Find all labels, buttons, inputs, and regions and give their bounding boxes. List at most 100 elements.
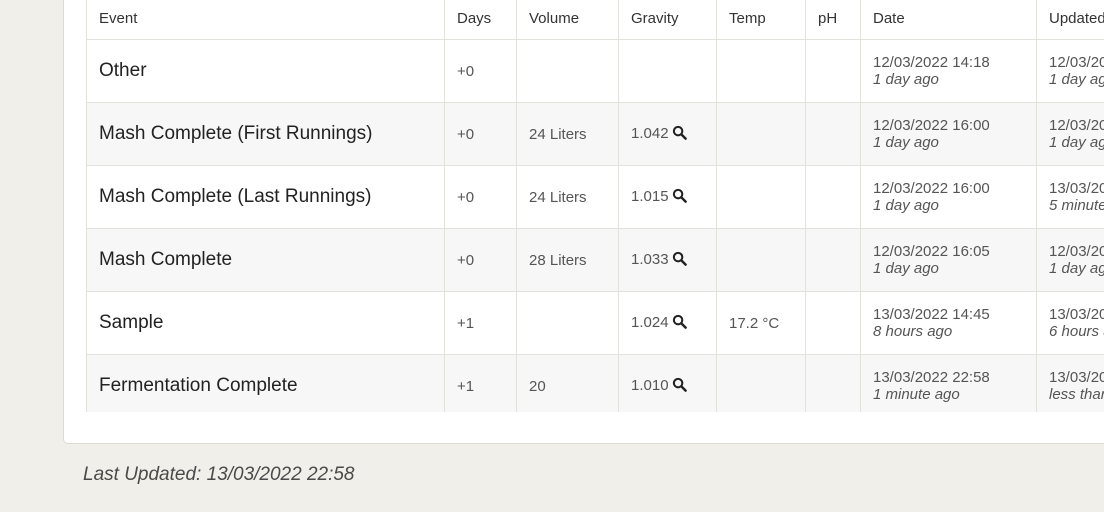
updated-value: 12/03/2022 14:18: [1049, 54, 1104, 71]
date-relative: 8 hours ago: [873, 323, 953, 340]
updated-value: 13/03/2022 22:58: [1049, 369, 1104, 386]
cell-volume: [516, 39, 619, 103]
updated-relative: 1 day ago: [1049, 260, 1104, 277]
table-row[interactable]: Fermentation Complete +1 20 1.010 13/03/…: [86, 354, 1104, 412]
cell-temp: [716, 39, 806, 103]
date-relative: 1 day ago: [873, 71, 939, 88]
event-name[interactable]: Mash Complete: [99, 249, 232, 270]
date-value: 12/03/2022 16:00: [873, 180, 990, 197]
cell-volume: 24 Liters: [516, 165, 619, 229]
cell-ph: [805, 354, 861, 412]
event-name[interactable]: Sample: [99, 312, 163, 333]
cell-volume: 20: [516, 354, 619, 412]
cell-updated: 13/03/2022 22:535 minutes ago: [1036, 165, 1104, 229]
cell-updated: 13/03/2022 16:456 hours ago: [1036, 291, 1104, 355]
cell-updated: 13/03/2022 22:58less than a minute ago: [1036, 354, 1104, 412]
cell-updated: 12/03/2022 16:051 day ago: [1036, 228, 1104, 292]
updated-value: 12/03/2022 16:00: [1049, 117, 1104, 134]
gravity-value: 1.015: [631, 187, 669, 205]
event-name[interactable]: Other: [99, 60, 147, 81]
event-name[interactable]: Mash Complete (First Runnings): [99, 123, 372, 144]
updated-relative: less than a minute ago: [1049, 386, 1104, 403]
cell-event: Fermentation Complete: [86, 354, 445, 412]
event-name[interactable]: Fermentation Complete: [99, 375, 298, 396]
gravity-value: 1.010: [631, 376, 669, 394]
cell-days: +1: [444, 354, 517, 412]
updated-value: 13/03/2022 22:53: [1049, 180, 1104, 197]
cell-date: 12/03/2022 16:00 1 day ago: [860, 165, 1037, 229]
date-value: 12/03/2022 16:05: [873, 243, 990, 260]
cell-date: 13/03/2022 22:58 1 minute ago: [860, 354, 1037, 412]
table-row[interactable]: Other +0 12/03/2022 14:18 1 day ago 12/03…: [86, 39, 1104, 103]
header-ph[interactable]: pH: [805, 0, 861, 40]
cell-gravity: 1.042: [618, 102, 717, 166]
event-name[interactable]: Mash Complete (Last Runnings): [99, 186, 371, 207]
updated-relative: 1 day ago: [1049, 134, 1104, 151]
events-table-wrapper: Event Days Volume Gravity Temp pH Date U…: [86, 0, 1104, 412]
updated-value: 12/03/2022 16:05: [1049, 243, 1104, 260]
updated-relative: 5 minutes ago: [1049, 197, 1104, 214]
cell-days: +1: [444, 291, 517, 355]
last-updated-text: Last Updated: 13/03/2022 22:58: [83, 464, 355, 485]
header-volume[interactable]: Volume: [516, 0, 619, 40]
cell-gravity: [618, 39, 717, 103]
gravity-value: 1.024: [631, 313, 669, 331]
date-value: 13/03/2022 22:58: [873, 369, 990, 386]
table-row[interactable]: Mash Complete (First Runnings) +0 24 Lit…: [86, 102, 1104, 166]
date-relative: 1 minute ago: [873, 386, 960, 403]
cell-temp: 17.2 °C: [716, 291, 806, 355]
cell-volume: [516, 291, 619, 355]
header-date[interactable]: Date: [860, 0, 1037, 40]
header-updated[interactable]: Updated: [1036, 0, 1104, 40]
cell-updated: 12/03/2022 14:181 day ago: [1036, 39, 1104, 103]
cell-date: 12/03/2022 16:00 1 day ago: [860, 102, 1037, 166]
updated-relative: 1 day ago: [1049, 71, 1104, 88]
table-row[interactable]: Mash Complete +0 28 Liters 1.033 12/03/2…: [86, 228, 1104, 292]
magnifier-icon[interactable]: [672, 314, 687, 333]
updated-relative: 6 hours ago: [1049, 323, 1104, 340]
table-row[interactable]: Mash Complete (Last Runnings) +0 24 Lite…: [86, 165, 1104, 229]
cell-date: 13/03/2022 14:45 8 hours ago: [860, 291, 1037, 355]
magnifier-icon[interactable]: [672, 125, 687, 144]
date-relative: 1 day ago: [873, 197, 939, 214]
magnifier-icon[interactable]: [672, 377, 687, 396]
cell-temp: [716, 165, 806, 229]
cell-date: 12/03/2022 14:18 1 day ago: [860, 39, 1037, 103]
cell-days: +0: [444, 102, 517, 166]
cell-event: Mash Complete (First Runnings): [86, 102, 445, 166]
cell-volume: 28 Liters: [516, 228, 619, 292]
cell-days: +0: [444, 39, 517, 103]
date-value: 12/03/2022 14:18: [873, 54, 990, 71]
cell-ph: [805, 102, 861, 166]
cell-event: Mash Complete: [86, 228, 445, 292]
cell-event: Other: [86, 39, 445, 103]
events-table: Event Days Volume Gravity Temp pH Date U…: [86, 0, 1104, 412]
cell-days: +0: [444, 228, 517, 292]
cell-ph: [805, 228, 861, 292]
cell-volume: 24 Liters: [516, 102, 619, 166]
date-relative: 1 day ago: [873, 134, 939, 151]
cell-temp: [716, 102, 806, 166]
cell-event: Sample: [86, 291, 445, 355]
header-days[interactable]: Days: [444, 0, 517, 40]
cell-temp: [716, 228, 806, 292]
header-temp[interactable]: Temp: [716, 0, 806, 40]
magnifier-icon[interactable]: [672, 251, 687, 270]
header-event[interactable]: Event: [86, 0, 445, 40]
cell-temp: [716, 354, 806, 412]
cell-gravity: 1.024: [618, 291, 717, 355]
magnifier-icon[interactable]: [672, 188, 687, 207]
cell-gravity: 1.033: [618, 228, 717, 292]
gravity-value: 1.033: [631, 250, 669, 268]
cell-gravity: 1.015: [618, 165, 717, 229]
cell-date: 12/03/2022 16:05 1 day ago: [860, 228, 1037, 292]
cell-ph: [805, 39, 861, 103]
cell-event: Mash Complete (Last Runnings): [86, 165, 445, 229]
header-gravity[interactable]: Gravity: [618, 0, 717, 40]
table-header-row: Event Days Volume Gravity Temp pH Date U…: [86, 0, 1104, 40]
updated-value: 13/03/2022 16:45: [1049, 306, 1104, 323]
date-value: 13/03/2022 14:45: [873, 306, 990, 323]
table-row[interactable]: Sample +1 1.024 17.2 °C 13/03/2022 14:45…: [86, 291, 1104, 355]
date-value: 12/03/2022 16:00: [873, 117, 990, 134]
cell-ph: [805, 165, 861, 229]
